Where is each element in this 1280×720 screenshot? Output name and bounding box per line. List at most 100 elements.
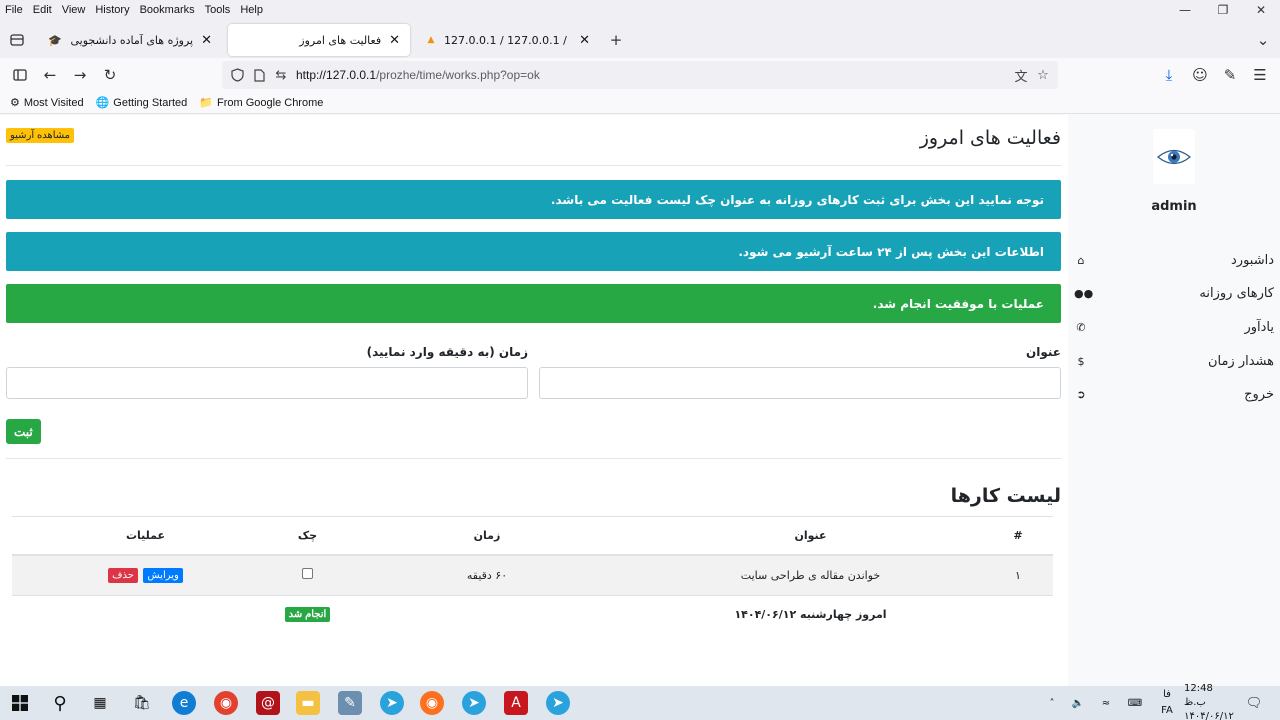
- menu-edit[interactable]: Edit: [28, 4, 57, 16]
- bookmark-from-google-chrome[interactable]: 📁 From Google Chrome: [199, 96, 323, 110]
- volume-icon[interactable]: 🔈: [1070, 686, 1086, 720]
- tab-bar: 🎓 پروژه های آماده دانشجویی | دانلود ✕ فع…: [0, 20, 1280, 58]
- tab-title: فعالیت های امروز: [299, 33, 382, 47]
- title-input[interactable]: [539, 367, 1061, 399]
- tab-activities[interactable]: فعالیت های امروز ✕: [228, 24, 410, 56]
- bookmark-most-visited[interactable]: ⚙ Most Visited: [10, 96, 84, 110]
- submit-button[interactable]: ثبت: [6, 419, 41, 444]
- time-input[interactable]: [6, 367, 528, 399]
- menu-view[interactable]: View: [57, 4, 91, 16]
- row-title: خواندن مقاله ی طراحی سایت: [638, 554, 983, 596]
- table-header-row: # عنوان زمان چک عملیات: [12, 516, 1053, 556]
- search-icon[interactable]: ⚲: [48, 691, 72, 715]
- view-archive-button[interactable]: مشاهده آرشیو: [6, 128, 75, 143]
- hamburger-menu-icon[interactable]: ☰: [1250, 65, 1270, 85]
- folder-icon: 📁: [199, 97, 213, 109]
- tab-phpmyadmin[interactable]: ▲ 127.0.0.1 / 127.0.0.1 / maccess ✕: [414, 24, 600, 56]
- clock[interactable]: 12:48 ب.ظ ۱۴۰۴/۰۶/۱۲: [1184, 683, 1234, 720]
- main-content: فعالیت های امروز مشاهده آرشیو توجه نمایی…: [6, 115, 1061, 686]
- file-explorer-icon[interactable]: ▬: [296, 691, 320, 715]
- reload-icon[interactable]: ↻: [100, 65, 120, 85]
- bookmark-getting-started[interactable]: 🌐 Getting Started: [96, 96, 188, 110]
- close-window-icon[interactable]: ✕: [1242, 0, 1280, 20]
- sidebar-item-reminder[interactable]: ✆ یادآور: [1074, 313, 1274, 341]
- divider: [6, 165, 1061, 166]
- avatar: [1153, 129, 1195, 184]
- page-icon[interactable]: [248, 68, 270, 82]
- col-number: #: [983, 516, 1053, 556]
- app-red-icon[interactable]: @: [256, 691, 280, 715]
- menu-bookmarks[interactable]: Bookmarks: [135, 4, 200, 16]
- acrobat-icon[interactable]: A: [504, 691, 528, 715]
- language-indicator[interactable]: فا FA: [1154, 686, 1180, 720]
- windows-start-icon[interactable]: [8, 691, 32, 715]
- username: admin: [1151, 199, 1197, 214]
- menu-history[interactable]: History: [90, 4, 134, 16]
- edit-button[interactable]: ویرایش: [143, 567, 183, 583]
- sidebar-item-label: کارهای روزانه: [1199, 285, 1274, 301]
- url-text[interactable]: http://127.0.0.1/prozhe/time/works.php?o…: [296, 68, 1010, 82]
- keyboard-icon[interactable]: ⌨: [1124, 686, 1146, 720]
- tab-projects[interactable]: 🎓 پروژه های آماده دانشجویی | دانلود ✕: [38, 24, 222, 56]
- dollar-icon: $: [1077, 354, 1085, 368]
- window-controls: — ❐ ✕: [1166, 0, 1280, 20]
- windows-taskbar: ⚲ ▦ 🛍 e ◉ @ ▬ ✎ ➤ ◉ ➤ A ➤ ˄ 🔈 ≈ ⌨ فا FA …: [0, 683, 1280, 720]
- task-list-title: لیست کارها: [950, 485, 1061, 507]
- extensions-icon[interactable]: ✎: [1220, 65, 1240, 85]
- sidebar-item-label: خروج: [1244, 386, 1274, 402]
- sidebar-item-daily-tasks[interactable]: ●● کارهای روزانه: [1074, 279, 1274, 307]
- done-button[interactable]: انجام شد: [284, 607, 331, 623]
- users-icon: ●●: [1074, 286, 1094, 300]
- wifi-icon[interactable]: ≈: [1098, 686, 1114, 720]
- forward-icon[interactable]: →: [70, 65, 90, 85]
- new-tab-icon[interactable]: +: [606, 30, 626, 50]
- telegram-icon[interactable]: ➤: [546, 691, 570, 715]
- minimize-icon[interactable]: —: [1166, 0, 1204, 20]
- list-tabs-icon[interactable]: ⌄: [1253, 30, 1273, 50]
- task-view-icon[interactable]: ▦: [88, 691, 112, 715]
- alert-success: عملیات با موفقیت انجام شد.: [6, 284, 1061, 323]
- bookmark-star-icon[interactable]: ☆: [1032, 68, 1054, 83]
- menu-bar: File Edit View History Bookmarks Tools H…: [0, 0, 1280, 20]
- permissions-icon[interactable]: ⇆: [270, 68, 292, 83]
- back-icon[interactable]: ←: [40, 65, 60, 85]
- sidebar-item-dashboard[interactable]: ⌂ داشبورد: [1074, 246, 1275, 274]
- menu-file[interactable]: File: [0, 4, 28, 16]
- sidebar-item-time-alert[interactable]: $ هشدار زمان: [1074, 347, 1275, 375]
- close-tab-icon[interactable]: ✕: [389, 33, 400, 48]
- web-page: admin ⌂ داشبورد ●● کارهای روزانه ✆ یادآو…: [0, 115, 1280, 686]
- shield-icon[interactable]: [226, 68, 248, 82]
- chevron-up-icon[interactable]: ˄: [1044, 686, 1060, 720]
- table-footer-row: امروز چهارشنبه ۱۴۰۴/۰۶/۱۲ انجام شد: [12, 595, 1053, 634]
- row-number: ۱: [983, 554, 1053, 596]
- restore-icon[interactable]: ❐: [1204, 0, 1242, 20]
- delete-button[interactable]: حذف: [108, 567, 138, 583]
- tab-overview-icon[interactable]: [7, 30, 27, 50]
- home-icon: ⌂: [1077, 253, 1085, 267]
- notifications-icon[interactable]: 🗨: [1244, 686, 1264, 720]
- chrome-icon[interactable]: ◉: [214, 691, 238, 715]
- sidebar-toggle-icon[interactable]: [10, 65, 30, 85]
- notepad-icon[interactable]: ✎: [338, 691, 362, 715]
- divider: [6, 458, 1061, 459]
- task-table: # عنوان زمان چک عملیات ۱ خواندن مقاله ی …: [12, 516, 1053, 634]
- gear-icon: ⚙: [10, 97, 20, 109]
- task-checkbox[interactable]: [302, 568, 313, 580]
- edge-icon[interactable]: e: [172, 691, 196, 715]
- nav-bar: ← → ↻ ⇆ http://127.0.0.1/prozhe/time/wor…: [0, 58, 1280, 92]
- account-icon[interactable]: ☺: [1190, 65, 1210, 85]
- row-check-cell: [279, 554, 336, 596]
- close-tab-icon[interactable]: ✕: [579, 33, 590, 48]
- download-icon[interactable]: ⤓: [1159, 65, 1179, 85]
- firefox-icon[interactable]: ◉: [420, 691, 444, 715]
- telegram-icon[interactable]: ➤: [462, 691, 486, 715]
- close-tab-icon[interactable]: ✕: [201, 33, 212, 48]
- telegram-icon[interactable]: ➤: [380, 691, 404, 715]
- url-bar[interactable]: ⇆ http://127.0.0.1/prozhe/time/works.php…: [222, 61, 1058, 89]
- menu-tools[interactable]: Tools: [200, 4, 236, 16]
- col-check: چک: [279, 516, 336, 556]
- store-icon[interactable]: 🛍: [130, 691, 154, 715]
- menu-help[interactable]: Help: [235, 4, 268, 16]
- translate-icon[interactable]: 文: [1010, 66, 1032, 85]
- sidebar-item-logout[interactable]: ➲ خروج: [1074, 380, 1274, 408]
